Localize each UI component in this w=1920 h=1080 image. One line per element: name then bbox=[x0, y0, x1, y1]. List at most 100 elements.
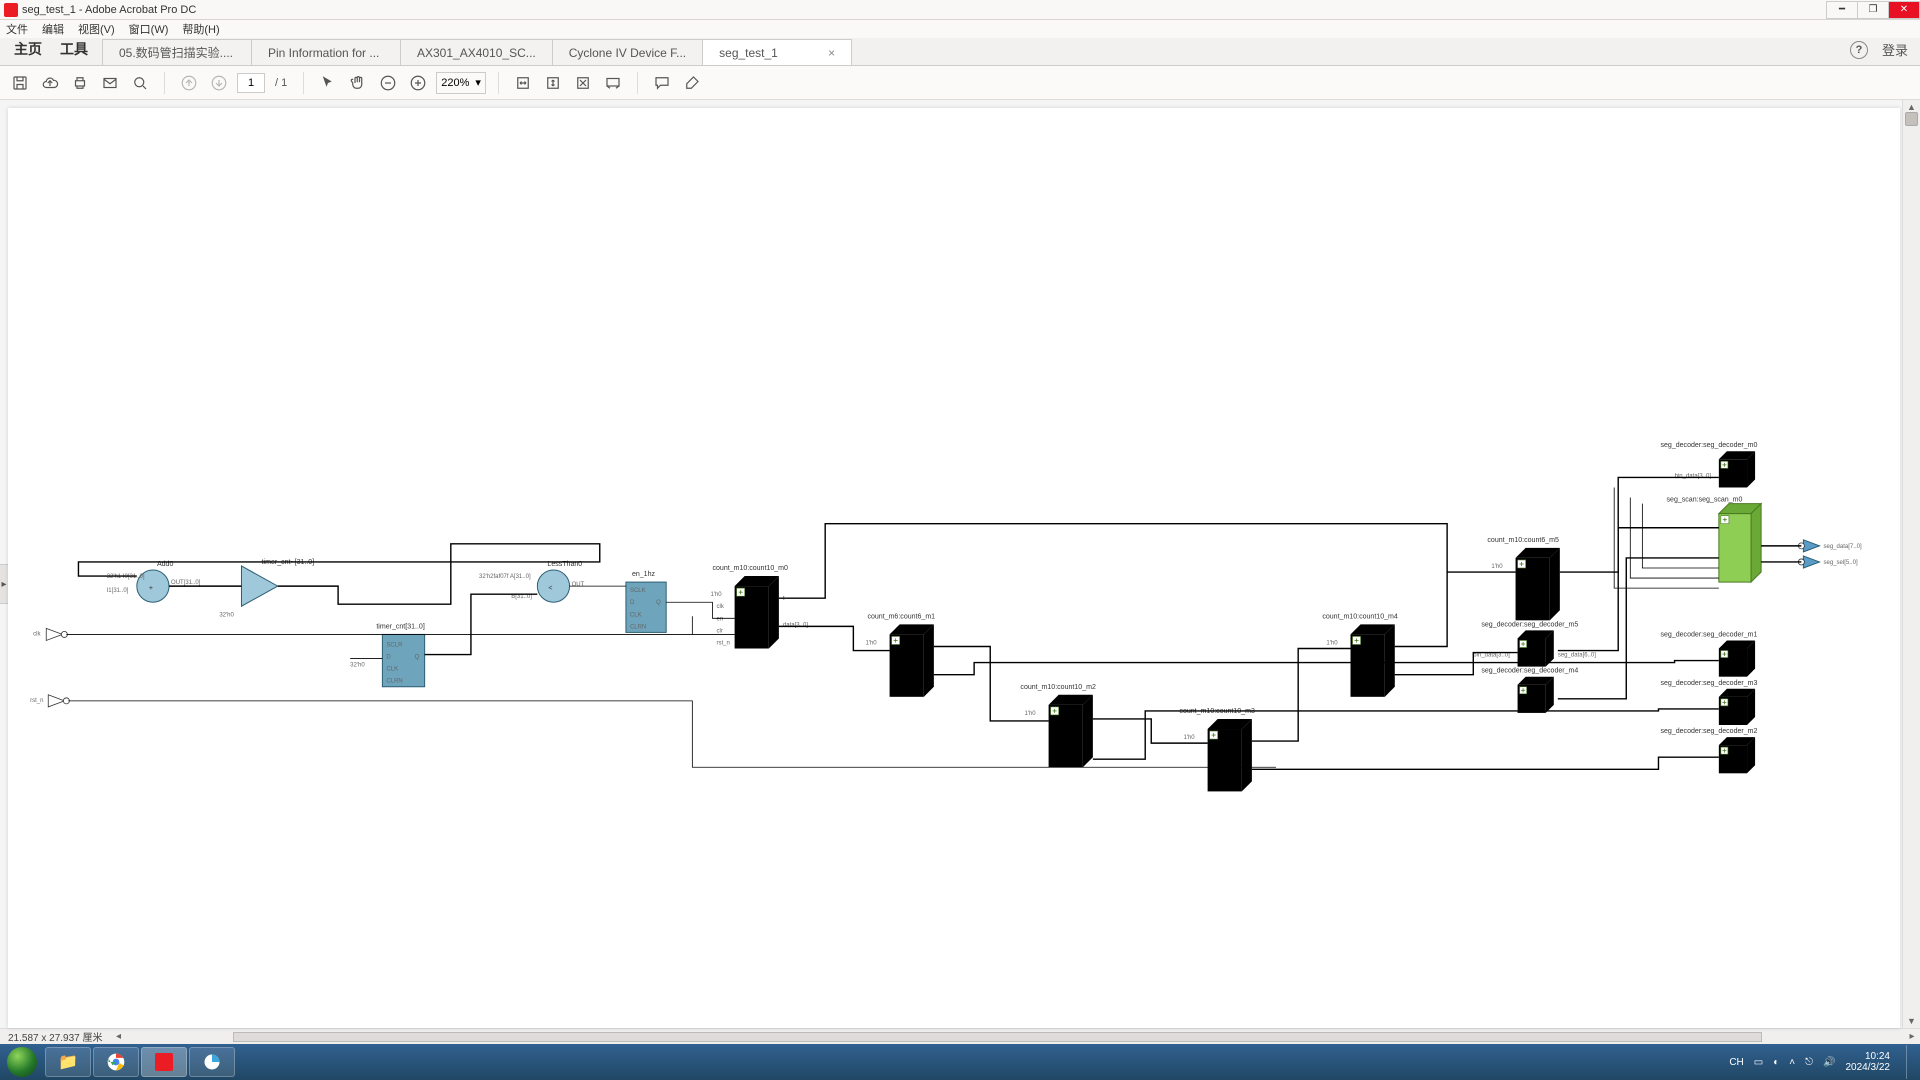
comment-icon[interactable] bbox=[650, 71, 674, 95]
menu-help[interactable]: 帮助(H) bbox=[182, 21, 219, 37]
tray-chevron-icon[interactable]: ˄ bbox=[1789, 1057, 1795, 1068]
hscroll-left-arrow[interactable]: ◂ bbox=[111, 1031, 127, 1042]
doc-tab-1[interactable]: Pin Information for ... bbox=[251, 39, 401, 65]
block-seg-decoder-m5: seg_decoder:seg_decoder_m5 bin_data[3..0… bbox=[1473, 621, 1596, 666]
select-tool-icon[interactable] bbox=[316, 71, 340, 95]
svg-text:D: D bbox=[630, 600, 635, 606]
svg-text:clk: clk bbox=[33, 631, 41, 637]
svg-text:B[31..0]: B[31..0] bbox=[511, 594, 532, 600]
menu-view[interactable]: 视图(V) bbox=[78, 21, 115, 37]
print-icon[interactable] bbox=[68, 71, 92, 95]
block-add0: Add0 + 32'h1 I0[31..0] I1[31..0] OUT[31.… bbox=[107, 561, 201, 602]
menu-edit[interactable]: 编辑 bbox=[42, 21, 64, 37]
tab-tools[interactable]: 工具 bbox=[60, 39, 88, 59]
hand-tool-icon[interactable] bbox=[346, 71, 370, 95]
action-center-icon[interactable]: ◐ bbox=[1773, 1057, 1779, 1068]
svg-text:1'h0: 1'h0 bbox=[1326, 640, 1338, 646]
svg-text:SCLR: SCLR bbox=[386, 642, 403, 648]
svg-text:clk: clk bbox=[716, 604, 724, 610]
login-link[interactable]: 登录 bbox=[1882, 40, 1908, 59]
svg-text:Q: Q bbox=[656, 600, 661, 606]
save-icon[interactable] bbox=[8, 71, 32, 95]
minimize-button[interactable]: ━ bbox=[1826, 1, 1858, 19]
page-down-icon[interactable] bbox=[207, 71, 231, 95]
svg-text:CLRN: CLRN bbox=[630, 624, 646, 630]
zoom-in-icon[interactable] bbox=[406, 71, 430, 95]
battery-icon[interactable]: ▭ bbox=[1754, 1057, 1763, 1068]
svg-text:count_m10:count10_m4: count_m10:count10_m4 bbox=[1322, 613, 1398, 620]
block-count10-m4: count_m10:count10_m4 1'h0 bbox=[1322, 613, 1398, 696]
svg-text:32'h0: 32'h0 bbox=[350, 663, 365, 669]
show-desktop-button[interactable] bbox=[1906, 1045, 1916, 1079]
highlight-icon[interactable] bbox=[680, 71, 704, 95]
network-icon[interactable]: ⎋ bbox=[1805, 1057, 1813, 1068]
svg-text:rst_n: rst_n bbox=[30, 698, 43, 704]
svg-text:data[3..0]: data[3..0] bbox=[783, 622, 808, 628]
volume-icon[interactable]: 🔊 bbox=[1823, 1057, 1835, 1068]
svg-text:en_1hz: en_1hz bbox=[632, 571, 656, 578]
svg-text:+: + bbox=[149, 585, 153, 592]
taskbar-chrome[interactable] bbox=[93, 1047, 139, 1077]
svg-text:32'h0: 32'h0 bbox=[219, 612, 234, 618]
taskbar-explorer[interactable]: 📁 bbox=[45, 1047, 91, 1077]
block-count10-m0: count_m10:count10_m0 1'h0 clk en clr rst… bbox=[710, 565, 808, 648]
window-title: seg_test_1 - Adobe Acrobat Pro DC bbox=[22, 4, 196, 16]
doc-tab-3[interactable]: Cyclone IV Device F... bbox=[552, 39, 703, 65]
svg-text:seg_decoder:seg_decoder_m4: seg_decoder:seg_decoder_m4 bbox=[1481, 668, 1578, 675]
page-number-input[interactable] bbox=[237, 73, 265, 93]
app-icon bbox=[4, 3, 18, 17]
svg-text:seg_data[7..0]: seg_data[7..0] bbox=[1824, 544, 1862, 550]
menu-window[interactable]: 窗口(W) bbox=[129, 21, 169, 37]
svg-text:seg_decoder:seg_decoder_m3: seg_decoder:seg_decoder_m3 bbox=[1660, 680, 1757, 687]
start-button[interactable] bbox=[0, 1044, 44, 1080]
scroll-thumb[interactable] bbox=[1905, 112, 1918, 126]
svg-text:seg_sel[5..0]: seg_sel[5..0] bbox=[1824, 560, 1858, 566]
svg-text:CLK: CLK bbox=[386, 667, 398, 673]
doc-tab-2[interactable]: AX301_AX4010_SC... bbox=[400, 39, 553, 65]
page-up-icon[interactable] bbox=[177, 71, 201, 95]
read-mode-icon[interactable] bbox=[601, 71, 625, 95]
cloud-upload-icon[interactable] bbox=[38, 71, 62, 95]
zoom-combo[interactable]: 220%▾ bbox=[436, 72, 486, 94]
svg-text:SCLK: SCLK bbox=[630, 588, 646, 594]
search-icon[interactable] bbox=[128, 71, 152, 95]
vertical-scrollbar[interactable]: ▲ ▼ bbox=[1902, 100, 1920, 1028]
taskbar-app[interactable] bbox=[189, 1047, 235, 1077]
svg-text:OUT: OUT bbox=[572, 582, 585, 588]
menubar: 文件 编辑 视图(V) 窗口(W) 帮助(H) bbox=[0, 20, 1920, 38]
chevron-down-icon: ▾ bbox=[475, 76, 481, 89]
fit-zoom-icon[interactable] bbox=[571, 71, 595, 95]
tab-home[interactable]: 主页 bbox=[14, 39, 42, 59]
maximize-button[interactable]: ❐ bbox=[1857, 1, 1889, 19]
help-icon[interactable]: ? bbox=[1850, 41, 1868, 59]
pdf-page[interactable]: clk rst_n Add0 + 32'h1 I0[31..0] I1[31..… bbox=[8, 108, 1900, 1028]
window-close-button[interactable]: ✕ bbox=[1888, 1, 1920, 19]
block-count10-m2: count_m10:count10_m2 1'h0 bbox=[1020, 684, 1096, 767]
horizontal-scrollbar[interactable] bbox=[127, 1031, 1904, 1043]
zoom-out-icon[interactable] bbox=[376, 71, 400, 95]
menu-file[interactable]: 文件 bbox=[6, 21, 28, 37]
block-count6-m1: count_m6:count6_m1 1'h0 bbox=[865, 613, 935, 696]
svg-text:1'h0: 1'h0 bbox=[865, 640, 877, 646]
scroll-down-arrow[interactable]: ▼ bbox=[1903, 1014, 1920, 1028]
taskbar-clock[interactable]: 10:24 2024/3/22 bbox=[1846, 1051, 1891, 1073]
ime-indicator[interactable]: CH bbox=[1729, 1057, 1743, 1068]
hscroll-right-arrow[interactable]: ▸ bbox=[1904, 1031, 1920, 1042]
page-dimensions-label: 21.587 x 27.937 厘米 bbox=[0, 1029, 111, 1044]
document-area: ▸ clk rst_n Add0 + 32'h1 I0[31..0] I1[31… bbox=[0, 100, 1920, 1028]
fit-page-icon[interactable] bbox=[541, 71, 565, 95]
output-seg-data: seg_data[7..0] bbox=[1798, 540, 1862, 552]
taskbar-acrobat[interactable] bbox=[141, 1047, 187, 1077]
output-seg-sel: seg_sel[5..0] bbox=[1798, 556, 1858, 568]
block-seg-decoder-m4: seg_decoder:seg_decoder_m4 bbox=[1481, 668, 1578, 713]
hscroll-thumb[interactable] bbox=[233, 1032, 1762, 1042]
block-seg-decoder-m1: seg_decoder:seg_decoder_m1 bbox=[1660, 631, 1757, 676]
document-tabs: 05.数码管扫描实验.... Pin Information for ... A… bbox=[102, 38, 1850, 65]
mail-icon[interactable] bbox=[98, 71, 122, 95]
doc-tab-4[interactable]: seg_test_1 × bbox=[702, 39, 852, 65]
fit-width-icon[interactable] bbox=[511, 71, 535, 95]
doc-tab-0[interactable]: 05.数码管扫描实验.... bbox=[102, 39, 252, 65]
svg-text:count_m6:count6_m1: count_m6:count6_m1 bbox=[867, 613, 935, 620]
close-tab-icon[interactable]: × bbox=[820, 46, 835, 60]
block-inverter: 32'h0 timer_cnt~[31..0] bbox=[219, 559, 314, 618]
